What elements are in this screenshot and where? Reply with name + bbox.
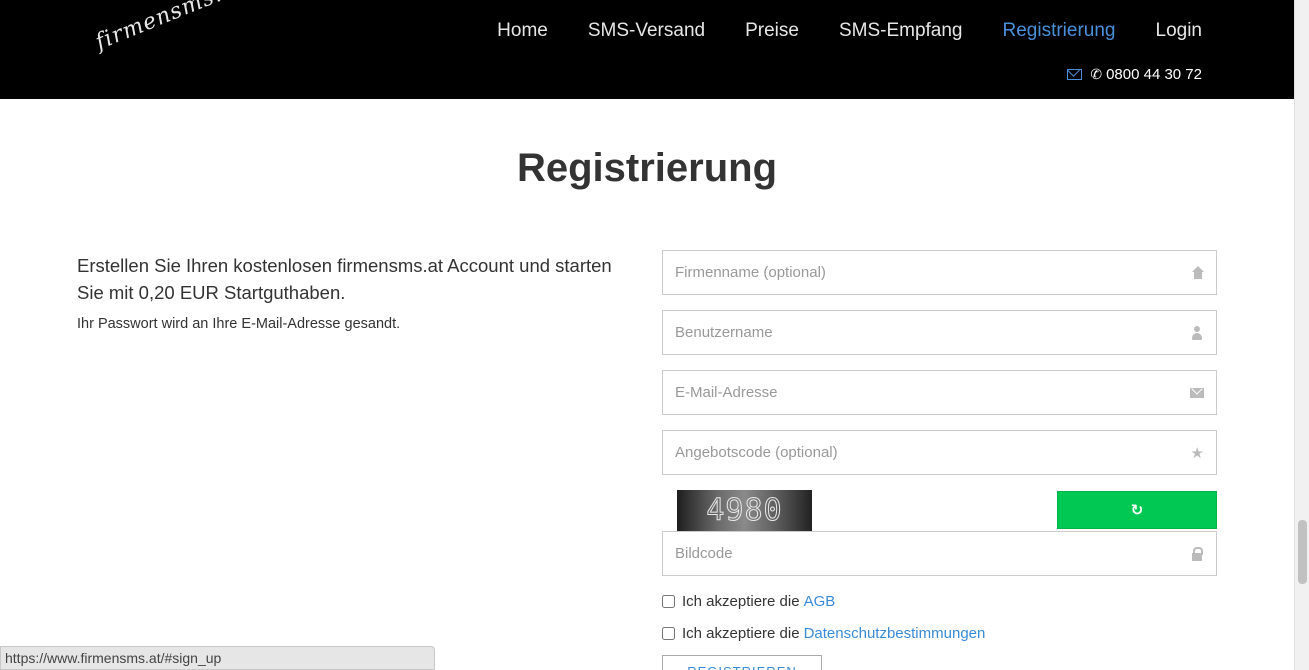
main-nav: Home SMS-Versand Preise SMS-Empfang Regi… (457, 20, 1202, 42)
refresh-captcha-button[interactable]: ↻ (1057, 491, 1217, 529)
username-input[interactable] (675, 324, 1165, 341)
agb-checkbox[interactable] (662, 595, 675, 608)
agb-label: Ich akzeptiere die (682, 593, 800, 610)
privacy-link[interactable]: Datenschutzbestimmungen (804, 625, 986, 642)
home-icon (1190, 265, 1204, 280)
company-field[interactable] (662, 250, 1217, 295)
email-input[interactable] (675, 384, 1165, 401)
lock-icon (1190, 546, 1204, 561)
register-button[interactable]: REGISTRIEREN (662, 655, 822, 670)
scrollbar-thumb[interactable] (1298, 520, 1307, 584)
email-field[interactable] (662, 370, 1217, 415)
intro-text: Erstellen Sie Ihren kostenlosen firmensm… (77, 255, 612, 303)
star-icon: ★ (1190, 443, 1204, 462)
nav-preise[interactable]: Preise (745, 20, 799, 42)
company-input[interactable] (675, 264, 1165, 281)
user-icon (1190, 325, 1204, 340)
phone-number[interactable]: 0800 44 30 72 (1106, 66, 1202, 83)
username-field[interactable] (662, 310, 1217, 355)
agb-row: Ich akzeptiere die AGB (662, 593, 835, 610)
captcha-field[interactable] (662, 531, 1217, 576)
status-bar-url: https://www.firmensms.at/#sign_up (0, 646, 435, 670)
envelope-icon[interactable] (1067, 69, 1083, 80)
offer-code-input[interactable] (675, 444, 1165, 461)
contact-info: ✆ 0800 44 30 72 (1067, 66, 1202, 83)
privacy-checkbox[interactable] (662, 627, 675, 640)
privacy-label: Ich akzeptiere die (682, 625, 800, 642)
page-title: Registrierung (516, 146, 778, 190)
nav-home[interactable]: Home (497, 20, 548, 42)
privacy-row: Ich akzeptiere die Datenschutzbestimmung… (662, 625, 985, 642)
envelope-icon (1190, 386, 1204, 400)
scrollbar[interactable] (1294, 0, 1309, 670)
logo[interactable]: firmensms.at (92, 0, 248, 55)
refresh-icon: ↻ (1130, 501, 1144, 519)
captcha-text: 4980 (706, 493, 783, 529)
agb-link[interactable]: AGB (804, 593, 836, 610)
phone-icon: ✆ (1090, 66, 1103, 82)
site-header: firmensms.at Home SMS-Versand Preise SMS… (0, 0, 1294, 99)
password-note: Ihr Passwort wird an Ihre E-Mail-Adresse… (77, 316, 401, 332)
captcha-input[interactable] (675, 545, 1165, 562)
nav-registrierung[interactable]: Registrierung (1003, 20, 1116, 42)
nav-login[interactable]: Login (1156, 20, 1203, 42)
offer-code-field[interactable]: ★ (662, 430, 1217, 475)
nav-sms-empfang[interactable]: SMS-Empfang (839, 20, 963, 42)
captcha-image: 4980 (677, 490, 812, 531)
nav-sms-versand[interactable]: SMS-Versand (588, 20, 705, 42)
